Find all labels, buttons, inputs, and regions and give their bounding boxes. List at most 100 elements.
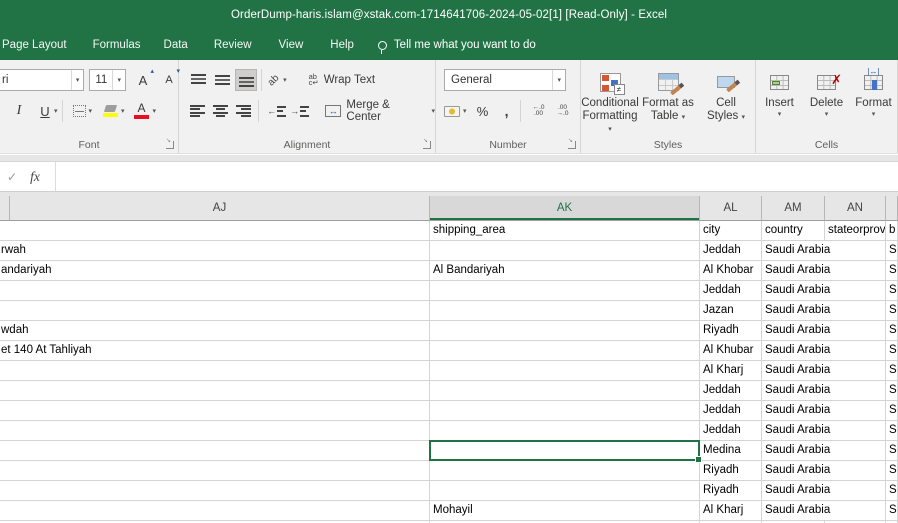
cell-AK-row14[interactable] — [430, 481, 700, 501]
cell-AO-row5[interactable]: S — [886, 301, 898, 321]
font-color-button[interactable]: A — [134, 103, 150, 119]
cell-AJ-row15[interactable] — [0, 501, 430, 521]
cell-AM-row6[interactable]: Saudi Arabia — [762, 321, 825, 341]
tab-page-layout[interactable]: Page Layout — [2, 39, 67, 51]
cell-AL-row4[interactable]: Jeddah — [700, 281, 762, 301]
cell-AN-row14[interactable] — [825, 481, 886, 501]
increase-font-size-button[interactable]: A▴ — [134, 68, 152, 92]
cell-AL-row9[interactable]: Jeddah — [700, 381, 762, 401]
cell-AL-row13[interactable]: Riyadh — [700, 461, 762, 481]
cell-AM-row1[interactable]: country — [762, 221, 825, 241]
cell-AM-row12[interactable]: Saudi Arabia — [762, 441, 825, 461]
cell-AK-row9[interactable] — [430, 381, 700, 401]
cell-AN-row4[interactable] — [825, 281, 886, 301]
tell-me-box[interactable]: Tell me what you want to do — [378, 39, 536, 51]
cell-AK-row13[interactable] — [430, 461, 700, 481]
cell-AJ-row3[interactable]: andariyah — [0, 261, 430, 281]
cell-AJ-row14[interactable] — [0, 481, 430, 501]
cell-AN-row15[interactable] — [825, 501, 886, 521]
accounting-format-icon[interactable] — [444, 106, 460, 117]
cell-AO-row3[interactable]: S — [886, 261, 898, 281]
cell-AO-row6[interactable]: S — [886, 321, 898, 341]
column-header-AL[interactable]: AL — [700, 196, 762, 221]
underline-button[interactable]: U — [36, 99, 54, 123]
cell-AK-row4[interactable] — [430, 281, 700, 301]
chevron-down-icon[interactable]: ▾ — [89, 107, 93, 115]
cell-AL-row11[interactable]: Jeddah — [700, 421, 762, 441]
cell-AL-row6[interactable]: Riyadh — [700, 321, 762, 341]
align-right-button[interactable] — [233, 100, 254, 122]
top-align-button[interactable] — [187, 69, 209, 91]
chevron-down-icon[interactable]: ▾ — [552, 70, 565, 90]
chevron-down-icon[interactable]: ▾ — [71, 70, 84, 90]
decrease-font-size-button[interactable]: A▾ — [160, 68, 178, 92]
cell-AN-row1[interactable]: stateorprovince — [825, 221, 886, 241]
insert-cells-button[interactable]: Insert ▾ — [756, 60, 803, 142]
cell-AM-row4[interactable]: Saudi Arabia — [762, 281, 825, 301]
column-header-AJ[interactable]: AJ — [10, 196, 430, 221]
bottom-align-button[interactable] — [235, 69, 257, 91]
cell-AL-row15[interactable]: Al Kharj — [700, 501, 762, 521]
chevron-down-icon[interactable]: ▾ — [121, 107, 125, 115]
increase-indent-button[interactable]: → — [290, 106, 309, 117]
cell-AK-row10[interactable] — [430, 401, 700, 421]
cell-AN-row9[interactable] — [825, 381, 886, 401]
cell-AJ-row5[interactable] — [0, 301, 430, 321]
cell-AK-row8[interactable] — [430, 361, 700, 381]
cell-AN-row11[interactable] — [825, 421, 886, 441]
cell-AO-row15[interactable]: S — [886, 501, 898, 521]
cell-AK-row12[interactable] — [430, 441, 700, 461]
format-cells-button[interactable]: |↔| Format ▾ — [850, 60, 897, 142]
cell-AJ-row9[interactable] — [0, 381, 430, 401]
cell-AM-row14[interactable]: Saudi Arabia — [762, 481, 825, 501]
italic-button[interactable]: I — [10, 99, 28, 123]
middle-align-button[interactable] — [211, 69, 233, 91]
cell-AJ-row8[interactable] — [0, 361, 430, 381]
cell-AJ-row12[interactable] — [0, 441, 430, 461]
font-dialog-launcher[interactable] — [166, 141, 174, 149]
cell-AJ-row7[interactable]: et 140 At Tahliyah — [0, 341, 430, 361]
cell-AN-row12[interactable] — [825, 441, 886, 461]
number-format-select[interactable]: General ▾ — [444, 69, 566, 91]
cell-AO-row7[interactable]: S — [886, 341, 898, 361]
percent-style-button[interactable]: % — [474, 99, 492, 123]
enter-check-icon[interactable]: ✓ — [7, 170, 17, 184]
font-name-select[interactable]: ri ▾ — [0, 69, 84, 91]
cell-AN-row5[interactable] — [825, 301, 886, 321]
cell-AL-row1[interactable]: city — [700, 221, 762, 241]
cell-AN-row13[interactable] — [825, 461, 886, 481]
column-header-rowhdr[interactable] — [0, 196, 10, 221]
cell-AO-row8[interactable]: S — [886, 361, 898, 381]
cell-AL-row2[interactable]: Jeddah — [700, 241, 762, 261]
tab-formulas[interactable]: Formulas — [93, 39, 141, 51]
cell-AJ-row13[interactable] — [0, 461, 430, 481]
conditional-formatting-button[interactable]: ≠ Conditional Formatting ▾ — [581, 60, 639, 142]
cell-AL-row7[interactable]: Al Khubar — [700, 341, 762, 361]
tab-data[interactable]: Data — [164, 39, 188, 51]
tab-view[interactable]: View — [279, 39, 304, 51]
cell-AN-row6[interactable] — [825, 321, 886, 341]
font-size-select[interactable]: 11 ▾ — [89, 69, 126, 91]
cell-AL-row12[interactable]: Medina — [700, 441, 762, 461]
cell-AK-row7[interactable] — [430, 341, 700, 361]
cell-AL-row3[interactable]: Al Khobar — [700, 261, 762, 281]
cell-AO-row11[interactable]: S — [886, 421, 898, 441]
cell-AN-row2[interactable] — [825, 241, 886, 261]
align-left-button[interactable] — [187, 100, 208, 122]
formula-input[interactable] — [56, 162, 898, 191]
cell-AM-row10[interactable]: Saudi Arabia — [762, 401, 825, 421]
chevron-down-icon[interactable]: ▾ — [54, 107, 58, 115]
decrease-indent-button[interactable]: ← — [267, 106, 286, 117]
column-header-AN[interactable]: AN — [825, 196, 886, 221]
cell-AJ-row2[interactable]: rwah — [0, 241, 430, 261]
cell-AL-row5[interactable]: Jazan — [700, 301, 762, 321]
cell-AM-row5[interactable]: Saudi Arabia — [762, 301, 825, 321]
wrap-text-button[interactable]: abc↵ Wrap Text — [309, 74, 375, 87]
column-header-AK[interactable]: AK — [430, 196, 700, 221]
borders-icon[interactable] — [73, 105, 86, 117]
cell-AJ-row11[interactable] — [0, 421, 430, 441]
cell-AM-row13[interactable]: Saudi Arabia — [762, 461, 825, 481]
cell-AO-row12[interactable]: S — [886, 441, 898, 461]
cell-AK-row1[interactable]: shipping_area — [430, 221, 700, 241]
cell-AL-row8[interactable]: Al Kharj — [700, 361, 762, 381]
